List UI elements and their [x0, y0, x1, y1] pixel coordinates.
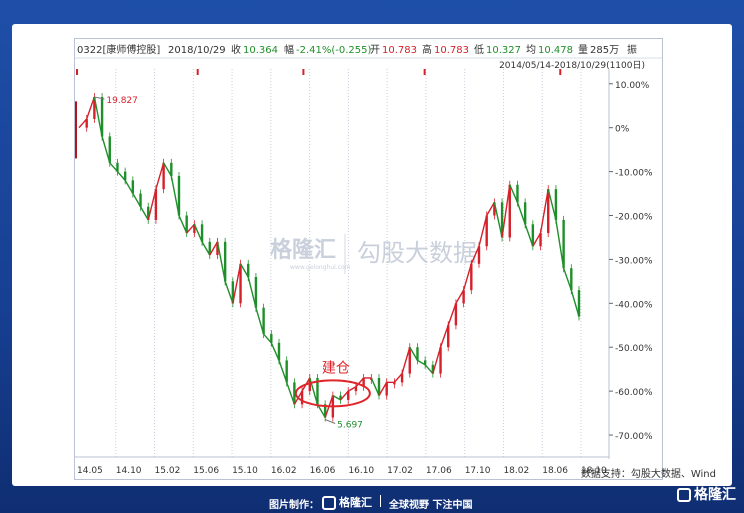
- high-label: 19.827: [106, 96, 138, 106]
- watermark-url: www.gelonghui.com: [290, 264, 351, 271]
- y-tick-label: -70.00%: [615, 432, 653, 442]
- hdr-high-label: 高: [422, 43, 432, 56]
- x-tick-label: 15.02: [155, 466, 181, 476]
- hdr-date: 2018/10/29: [168, 45, 226, 56]
- y-tick-label: -50.00%: [615, 344, 653, 354]
- chart-frame: 0322[康师傅控股] 2018/10/29 收 10.364 幅 -2.41%(-0.2…: [74, 38, 663, 480]
- x-tick-label: 16.06: [310, 466, 336, 476]
- x-tick-label: 16.02: [271, 466, 297, 476]
- source-note: 数据支持：勾股大数据、Wind: [580, 469, 716, 480]
- x-tick-label: 14.10: [116, 466, 142, 476]
- y-tick-label: -20.00%: [615, 213, 653, 223]
- hdr-avg-label: 均: [526, 44, 536, 56]
- x-tick-label: 18.06: [542, 466, 568, 476]
- y-tick-label: -60.00%: [615, 388, 653, 398]
- footer-slogan: 全球视野 下注中国: [389, 500, 473, 511]
- y-tick-label: -10.00%: [615, 169, 653, 179]
- chart-card: 0322[康师傅控股] 2018/10/29 收 10.364 幅 -2.41%(-0.2…: [12, 24, 732, 486]
- x-tick-label: 17.06: [426, 466, 452, 476]
- y-tick-label: -40.00%: [615, 300, 653, 310]
- x-tick-label: 14.05: [77, 466, 103, 476]
- hdr-change-value: -2.41%(-0.255): [296, 45, 372, 56]
- date-range: 2014/05/14-2018/10/29(1100日): [499, 60, 645, 71]
- hdr-close-value: 10.364: [243, 45, 278, 56]
- footer-brand-text: 格隆汇: [339, 496, 372, 509]
- left-edge-bar: [75, 101, 77, 159]
- hdr-change-label: 幅: [284, 43, 294, 56]
- hdr-low-value: 10.327: [486, 45, 521, 56]
- hdr-code-name: 0322[康师傅控股]: [77, 43, 160, 56]
- footer-divider: [380, 495, 381, 507]
- low-pointer: [324, 419, 336, 424]
- brand-logo-icon: [322, 496, 336, 510]
- credit-label: 图片制作：: [269, 500, 319, 511]
- x-tick-label: 17.10: [465, 466, 491, 476]
- x-tick-label: 17.02: [387, 466, 413, 476]
- hdr-high-value: 10.783: [434, 45, 469, 56]
- y-tick-label: -30.00%: [615, 256, 653, 266]
- corner-brand-text: 格隆汇: [694, 487, 736, 503]
- footer-bar: 图片制作： 格隆汇 全球视野 下注中国: [0, 489, 744, 513]
- hdr-low-label: 低: [474, 43, 484, 56]
- entry-label: 建仓: [322, 360, 350, 376]
- watermark-text: 勾股大数据: [357, 239, 477, 267]
- x-tick-label: 15.10: [232, 466, 258, 476]
- hdr-close-label: 收: [231, 43, 241, 56]
- corner-logo-icon: [677, 488, 691, 502]
- footer-brand: 格隆汇: [322, 494, 372, 510]
- hdr-volume-label: 量: [578, 44, 588, 56]
- price-chart[interactable]: 0322[康师傅控股] 2018/10/29 收 10.364 幅 -2.41%(-0.2…: [75, 39, 662, 479]
- hdr-open-value: 10.783: [382, 45, 417, 56]
- hdr-open-label: 开: [370, 45, 380, 56]
- watermark-brand: 格隆汇: [270, 237, 336, 263]
- hdr-avg-value: 10.478: [538, 45, 573, 56]
- low-label: 5.697: [337, 420, 363, 430]
- y-tick-label: 10.00%: [615, 81, 650, 91]
- hdr-amplitude-label: 振: [627, 43, 637, 56]
- y-tick-label: 0%: [615, 125, 630, 135]
- x-tick-label: 15.06: [193, 466, 219, 476]
- x-tick-label: 16.10: [348, 466, 374, 476]
- x-tick-label: 18.02: [503, 466, 529, 476]
- corner-brand: 格隆汇: [677, 484, 736, 504]
- hdr-volume-value: 285万: [590, 45, 619, 56]
